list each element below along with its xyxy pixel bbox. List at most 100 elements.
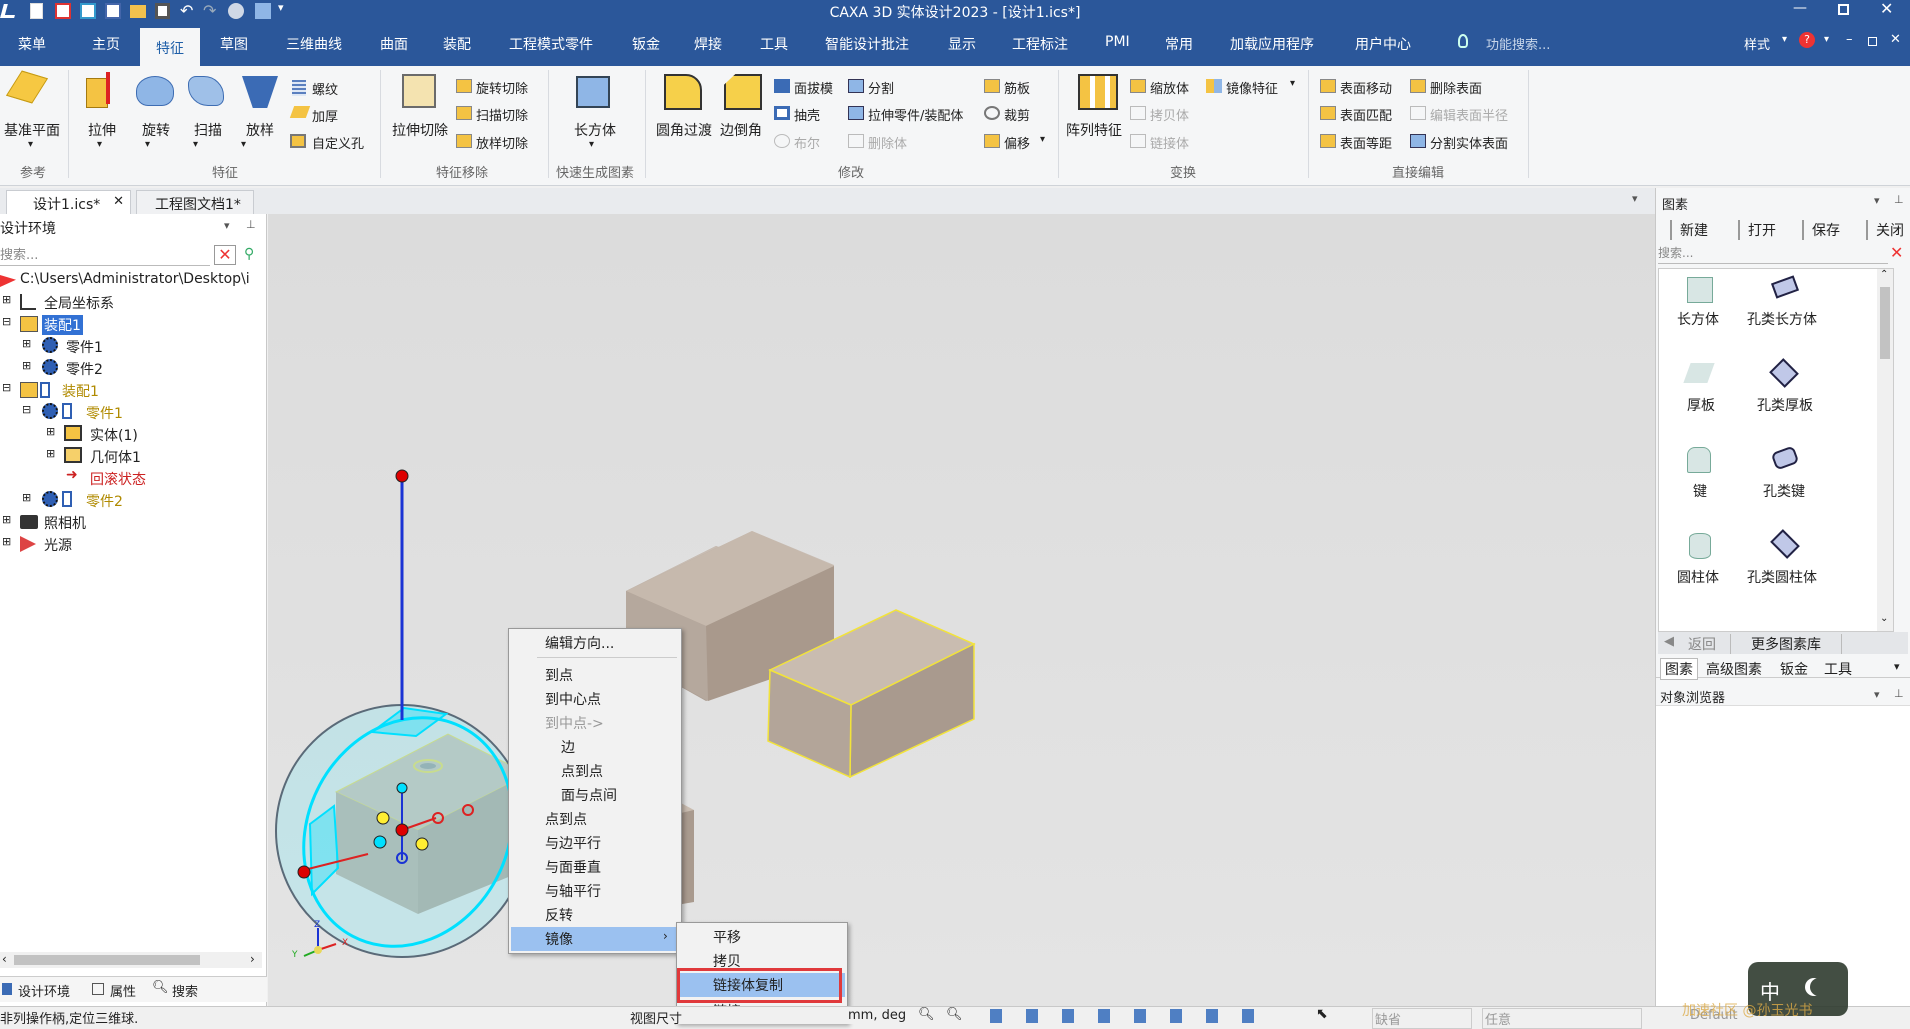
face-match-icon[interactable] [1320,106,1336,120]
tab-smart-annotation[interactable]: 智能设计批注 [825,34,909,54]
tree-expander[interactable]: ⊞ [2,535,11,548]
face-offset-button[interactable]: 表面等距 [1340,133,1392,152]
face-offset-icon[interactable] [1320,134,1336,148]
fillet-button[interactable]: 圆角过渡 [656,120,712,140]
revolve-button[interactable]: 旋转 [142,120,170,140]
menu-item-face-and-point[interactable]: 面与点间 [561,785,617,805]
tree-expander[interactable]: ⊟ [22,403,31,416]
tab-assembly[interactable]: 装配 [443,34,471,54]
pin-icon[interactable]: ⊥ [246,218,256,231]
tree-expander[interactable]: ⊞ [22,337,31,350]
draft-icon[interactable] [774,79,790,93]
doc-restore-icon[interactable] [1868,37,1877,46]
offset-dropdown-icon[interactable]: ▾ [1040,134,1045,145]
tree-expander[interactable]: ⊟ [2,381,11,394]
delete-face-button[interactable]: 删除表面 [1430,78,1482,97]
tab-feature[interactable]: 特征 [140,28,200,66]
menu-item-edge[interactable]: 边 [561,737,575,757]
tab-addins[interactable]: 加载应用程序 [1230,34,1314,54]
scroll-thumb[interactable] [14,955,200,965]
library-scrollbar[interactable]: ⌃ ⌄ [1877,269,1893,631]
menu-item-to-point[interactable]: 到点 [545,665,573,685]
minimize-icon[interactable]: — [1793,0,1807,16]
library-pin-icon[interactable]: ⊥ [1894,193,1904,206]
tab-welding[interactable]: 焊接 [694,34,722,54]
thicken-icon[interactable] [289,106,311,118]
tree-item-assembly1[interactable]: 装配1 [42,315,83,335]
status-field-any[interactable]: 任意 [1482,1008,1642,1029]
library-new-button[interactable]: 新建 [1670,220,1708,240]
doc-tab-close-icon[interactable]: ✕ [113,194,124,209]
library-close-button[interactable]: 关闭 [1866,220,1904,240]
fillet-icon[interactable] [664,74,702,110]
tree-expander[interactable]: ⊞ [46,447,55,460]
scroll-left-icon[interactable]: ‹ [2,952,7,966]
3d-viewport[interactable]: Z Y X [268,214,1655,1006]
tab-engineering-dim[interactable]: 工程标注 [1012,34,1068,54]
extrude-icon[interactable] [86,78,108,108]
tab-surface[interactable]: 曲面 [380,34,408,54]
boolean-button[interactable]: 布尔 [794,133,820,152]
menu-item-parallel-edge[interactable]: 与边平行 [545,833,601,853]
triball-handle-point[interactable] [415,837,429,851]
split-button[interactable]: 分割 [868,78,894,97]
split-solid-face-icon[interactable] [1410,134,1426,148]
loft-cut-button[interactable]: 放样切除 [476,133,528,152]
style-dropdown-icon[interactable]: ▾ [1782,34,1787,45]
view-toolbar-icons[interactable] [990,1009,1270,1023]
library-scroll-thumb[interactable] [1880,287,1890,359]
restore-icon[interactable] [1838,4,1849,15]
tab-home[interactable]: 主页 [92,34,120,54]
zoom-icon[interactable]: 🔍︎ [918,1007,935,1022]
mirror-icon[interactable] [1206,79,1222,93]
library-tabs-dropdown-icon[interactable]: ▾ [1894,660,1900,673]
thread-icon[interactable] [292,80,306,96]
tree-item-part2-copy[interactable]: 零件2 [86,491,123,511]
clear-search-icon[interactable]: ✕ [214,245,236,265]
triball-handle-point[interactable] [396,782,408,794]
triball-center[interactable] [395,823,409,837]
mirror-dropdown-icon[interactable]: ▾ [1290,78,1295,89]
horizontal-scrollbar[interactable]: ‹ › [0,952,262,968]
library-item-hole-key[interactable]: 孔类键 [1763,481,1805,501]
tab-3d-curve[interactable]: 三维曲线 [286,34,342,54]
triball-top-handle-point[interactable] [395,469,409,483]
doc-tabs-dropdown-icon[interactable]: ▾ [1632,192,1638,205]
tree-item-global-coords[interactable]: 全局坐标系 [44,293,114,313]
tree-item-part1[interactable]: 零件1 [66,337,103,357]
shell-icon[interactable] [774,106,790,120]
sweep-icon[interactable] [188,76,224,106]
tree-expander[interactable]: ⊞ [2,513,11,526]
custom-hole-icon[interactable] [290,134,306,148]
library-back-button[interactable]: 返回 [1688,634,1716,654]
mirror-button[interactable]: 镜像特征 [1226,78,1278,97]
draft-button[interactable]: 面拔模 [794,78,833,97]
cuboid-icon[interactable] [576,76,610,108]
menu-item-parallel-axis[interactable]: 与轴平行 [545,881,601,901]
loft-cut-icon[interactable] [456,134,472,148]
tree-expander[interactable]: ⊞ [2,293,11,306]
tab-sketch[interactable]: 草图 [220,34,248,54]
thicken-button[interactable]: 加厚 [312,106,338,125]
tab-design-environment[interactable]: 设计环境 [18,981,70,1000]
tree-search-input[interactable]: 搜索... [0,244,210,266]
custom-hole-button[interactable]: 自定义孔 [312,133,364,152]
link-body-button[interactable]: 链接体 [1150,133,1189,152]
sweep-button[interactable]: 扫描 [194,120,222,140]
scale-icon[interactable] [1130,79,1146,93]
tree-item-assembly1-copy[interactable]: 装配1 [62,381,99,401]
library-item-hole-cylinder[interactable]: 孔类圆柱体 [1747,567,1817,587]
menu-item-reverse[interactable]: 反转 [545,905,573,925]
revolve-cut-button[interactable]: 旋转切除 [476,78,528,97]
tab-properties[interactable]: 属性 [110,981,136,1000]
trim-icon[interactable] [984,106,1000,120]
tab-common[interactable]: 常用 [1165,34,1193,54]
tree-item-part1-copy[interactable]: 零件1 [86,403,123,423]
chamfer-button[interactable]: 边倒角 [720,120,762,140]
trim-button[interactable]: 裁剪 [1004,105,1030,124]
face-move-icon[interactable] [1320,79,1336,93]
base-plane-dropdown-icon[interactable]: ▾ [28,139,33,150]
library-tab-primitives[interactable]: 图素 [1660,658,1698,680]
style-menu[interactable]: 样式 [1744,34,1770,53]
tab-engineering-part[interactable]: 工程模式零件 [509,34,593,54]
